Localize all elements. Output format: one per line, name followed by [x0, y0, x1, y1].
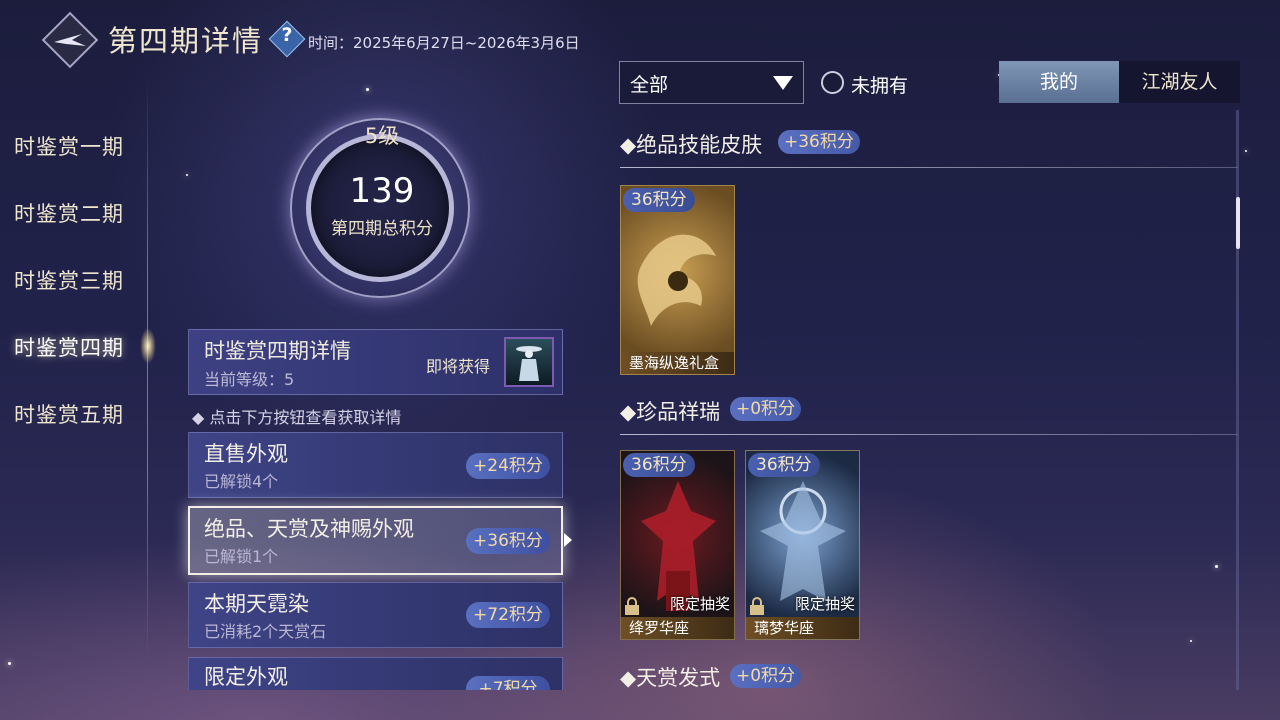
category-subtitle: 已解锁4个	[204, 472, 279, 491]
nav-item-period-4[interactable]: 时鉴赏四期	[14, 332, 124, 362]
level-label: 5级	[364, 124, 400, 148]
section-points-badge: +0积分	[730, 397, 802, 421]
star-decoration	[1190, 640, 1192, 642]
category-title: 直售外观	[204, 442, 288, 466]
nav-item-period-5[interactable]: 时鉴赏五期	[14, 399, 124, 429]
event-time-label: 时间：2025年6月27日~2026年3月6日	[308, 34, 580, 52]
star-decoration	[8, 662, 11, 665]
section-points-badge: +36积分	[778, 130, 860, 154]
star-decoration	[1245, 150, 1247, 152]
nav-item-period-3[interactable]: 时鉴赏三期	[14, 265, 124, 295]
section-title-text: 绝品技能皮肤	[636, 133, 763, 157]
nav-item-period-2[interactable]: 时鉴赏二期	[14, 198, 124, 228]
category-points-badge: +72积分	[466, 602, 550, 628]
category-subtitle: 已解锁1个	[204, 547, 279, 566]
category-title: 限定外观	[204, 665, 288, 689]
limited-draw-tag: 限定抽奖	[794, 595, 855, 613]
item-name: 璃梦华座	[746, 617, 859, 639]
hint-label: 点击下方按钮查看获取详情	[209, 408, 402, 427]
section-title-rare-mounts: ◆珍品祥瑞	[620, 400, 721, 424]
section-title-hairstyles: ◆天赏发式	[620, 666, 721, 690]
section-divider	[620, 434, 1238, 435]
section-title-skill-skins: ◆绝品技能皮肤	[620, 133, 763, 157]
category-title: 本期天霓染	[204, 592, 309, 616]
total-points-value: 139	[349, 171, 415, 211]
item-cost-badge: 36积分	[623, 188, 695, 212]
lock-icon	[625, 597, 639, 615]
nav-divider	[147, 80, 148, 660]
item-name: 绛罗华座	[621, 617, 734, 639]
lock-icon	[750, 597, 764, 615]
section-points-badge: +0积分	[730, 664, 802, 688]
nav-active-marker	[140, 328, 156, 364]
scrollbar-thumb[interactable]	[1236, 197, 1240, 249]
tab-mine[interactable]: 我的	[999, 61, 1119, 103]
question-mark-icon: ?	[281, 24, 293, 46]
nav-item-period-1[interactable]: 时鉴赏一期	[14, 131, 124, 161]
tab-friends[interactable]: 江湖友人	[1119, 61, 1240, 103]
total-points-label: 第四期总积分	[331, 219, 433, 239]
section-title-text: 天赏发式	[636, 666, 721, 690]
page-title: 第四期详情	[108, 24, 264, 58]
star-decoration	[186, 174, 188, 176]
item-card-glass-dream-throne[interactable]: 36积分 限定抽奖 璃梦华座	[745, 450, 860, 640]
limited-draw-tag: 限定抽奖	[669, 595, 730, 613]
item-card-ink-sea-box[interactable]: 36积分 墨海纵逸礼盒	[620, 185, 735, 375]
star-decoration	[1215, 565, 1218, 568]
current-level-text: 当前等级：5	[204, 370, 295, 389]
category-row-limited-clip: 限定外观 +7积分	[188, 657, 563, 690]
hint-text: ◆ 点击下方按钮查看获取详情	[192, 408, 402, 427]
star-decoration	[366, 88, 369, 91]
upcoming-reward-label: 即将获得	[426, 357, 491, 376]
category-title: 绝品、天赏及神赐外观	[204, 517, 414, 541]
category-points-badge: +36积分	[466, 528, 550, 554]
section-title-text: 珍品祥瑞	[636, 400, 721, 424]
unowned-radio[interactable]	[821, 71, 844, 94]
item-name: 墨海纵逸礼盒	[621, 352, 734, 374]
item-cost-badge: 36积分	[623, 453, 695, 477]
period-detail-title: 时鉴赏四期详情	[204, 339, 351, 363]
character-figure-icon	[516, 346, 542, 381]
selected-arrow-icon	[564, 533, 572, 547]
category-points-badge: +24积分	[466, 453, 550, 479]
unowned-label[interactable]: 未拥有	[851, 71, 908, 98]
upcoming-reward-thumbnail[interactable]	[504, 337, 554, 387]
item-card-crimson-throne[interactable]: 36积分 限定抽奖 绛罗华座	[620, 450, 735, 640]
category-subtitle: 已消耗2个天赏石	[204, 622, 327, 641]
caret-down-icon	[773, 76, 793, 90]
back-arrow-icon	[54, 34, 86, 46]
filter-value: 全部	[630, 74, 669, 96]
category-points-badge: +7积分	[466, 676, 550, 690]
section-divider	[620, 167, 1238, 168]
dragon-skin-icon	[637, 234, 716, 326]
item-cost-badge: 36积分	[748, 453, 820, 477]
